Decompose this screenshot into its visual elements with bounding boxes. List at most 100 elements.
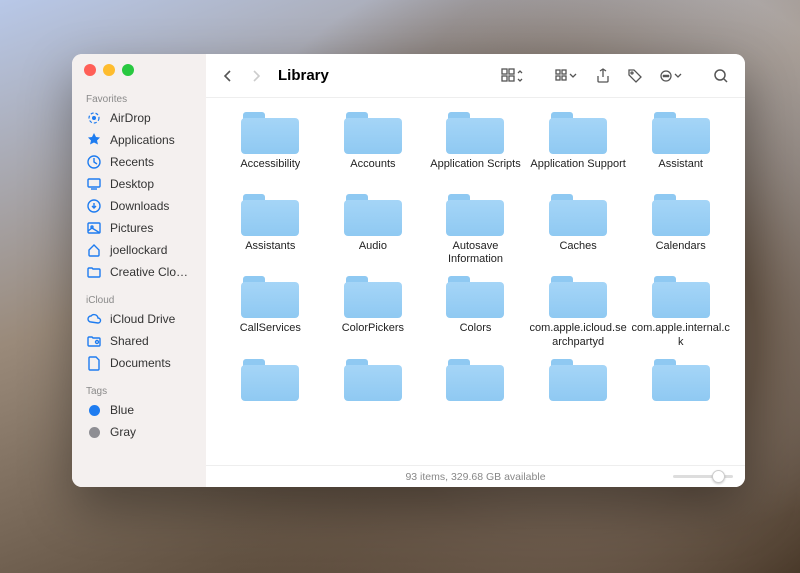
sidebar-item-applications[interactable]: Applications: [72, 129, 206, 151]
sidebar-item-label: Pictures: [110, 221, 153, 235]
folder-item[interactable]: com.apple.icloud.searchpartyd: [528, 272, 629, 348]
folder-icon: [650, 190, 712, 238]
documents-icon: [86, 355, 102, 371]
sidebar-item-airdrop[interactable]: AirDrop: [72, 107, 206, 129]
tag-dot-icon: [86, 424, 102, 440]
folder-label: Accessibility: [240, 158, 300, 184]
folder-item[interactable]: Accessibility: [220, 108, 321, 184]
folder-grid: Accessibility Accounts Application Scrip…: [220, 108, 731, 431]
zoom-knob[interactable]: [712, 470, 725, 483]
folder-icon: [444, 272, 506, 320]
sidebar-item-desktop[interactable]: Desktop: [72, 173, 206, 195]
search-button[interactable]: [709, 64, 733, 88]
folder-item[interactable]: Autosave Information: [425, 190, 526, 266]
sidebar-item-label: Recents: [110, 155, 154, 169]
section-header-tags: Tags: [72, 382, 206, 399]
folder-label: Caches: [559, 240, 596, 266]
tag-dot-icon: [86, 402, 102, 418]
sidebar-item-creative-cloud[interactable]: Creative Clo…: [72, 261, 206, 283]
section-header-icloud: iCloud: [72, 291, 206, 308]
sidebar-item-shared[interactable]: Shared: [72, 330, 206, 352]
sidebar-item-label: Documents: [110, 356, 171, 370]
folder-icon: [239, 272, 301, 320]
folder-item[interactable]: Audio: [323, 190, 424, 266]
folder-label: Accounts: [350, 158, 395, 184]
sidebar-item-label: Creative Clo…: [110, 265, 188, 279]
folder-icon: [239, 108, 301, 156]
icloud-icon: [86, 311, 102, 327]
back-button[interactable]: [218, 66, 238, 86]
sidebar-item-icloud-drive[interactable]: iCloud Drive: [72, 308, 206, 330]
folder-icon: [650, 272, 712, 320]
folder-label: Application Support: [530, 158, 625, 184]
folder-item[interactable]: CallServices: [220, 272, 321, 348]
folder-icon: [239, 190, 301, 238]
minimize-button[interactable]: [103, 64, 115, 76]
folder-icon: [342, 108, 404, 156]
folder-item[interactable]: Calendars: [630, 190, 731, 266]
forward-button[interactable]: [246, 66, 266, 86]
folder-item[interactable]: Accounts: [323, 108, 424, 184]
file-browser[interactable]: Accessibility Accounts Application Scrip…: [206, 98, 745, 465]
folder-item[interactable]: Assistants: [220, 190, 321, 266]
sidebar-item-pictures[interactable]: Pictures: [72, 217, 206, 239]
folder-item[interactable]: Colors: [425, 272, 526, 348]
folder-item[interactable]: Application Support: [528, 108, 629, 184]
folder-label: Assistant: [658, 158, 703, 184]
view-toggle-button[interactable]: [497, 64, 527, 88]
sidebar-item-tag-blue[interactable]: Blue: [72, 399, 206, 421]
sidebar-item-label: Shared: [110, 334, 149, 348]
sidebar-item-documents[interactable]: Documents: [72, 352, 206, 374]
folder-icon: [342, 190, 404, 238]
sidebar-item-label: joellockard: [110, 243, 167, 257]
folder-item[interactable]: [630, 355, 731, 431]
folder-label: com.apple.icloud.searchpartyd: [528, 322, 629, 348]
sidebar-item-tag-gray[interactable]: Gray: [72, 421, 206, 443]
sidebar-item-label: AirDrop: [110, 111, 151, 125]
share-button[interactable]: [591, 64, 615, 88]
downloads-icon: [86, 198, 102, 214]
close-button[interactable]: [84, 64, 96, 76]
folder-label: Assistants: [245, 240, 295, 266]
action-menu-button[interactable]: [655, 64, 687, 88]
sidebar-item-recents[interactable]: Recents: [72, 151, 206, 173]
folder-item[interactable]: Caches: [528, 190, 629, 266]
main-panel: Library Accessibility Accounts Applicati…: [206, 54, 745, 487]
group-button[interactable]: [551, 64, 583, 88]
folder-label: Calendars: [656, 240, 706, 266]
folder-icon: [239, 355, 301, 403]
folder-item[interactable]: [528, 355, 629, 431]
folder-label: Application Scripts: [430, 158, 521, 184]
folder-item[interactable]: [220, 355, 321, 431]
folder-icon: [650, 355, 712, 403]
folder-icon: [547, 108, 609, 156]
tag-button[interactable]: [623, 64, 647, 88]
folder-label: Autosave Information: [425, 240, 526, 266]
finder-window: Favorites AirDrop Applications Recents D…: [72, 54, 745, 487]
folder-item[interactable]: [323, 355, 424, 431]
folder-item[interactable]: [425, 355, 526, 431]
folder-item[interactable]: com.apple.internal.ck: [630, 272, 731, 348]
folder-icon: [547, 355, 609, 403]
sidebar-item-label: Downloads: [110, 199, 169, 213]
folder-item[interactable]: Assistant: [630, 108, 731, 184]
sidebar-item-home[interactable]: joellockard: [72, 239, 206, 261]
sidebar: Favorites AirDrop Applications Recents D…: [72, 54, 206, 487]
folder-icon: [650, 108, 712, 156]
folder-label: CallServices: [240, 322, 301, 348]
section-header-favorites: Favorites: [72, 90, 206, 107]
zoom-slider[interactable]: [673, 475, 733, 478]
sidebar-item-downloads[interactable]: Downloads: [72, 195, 206, 217]
sidebar-item-label: iCloud Drive: [110, 312, 175, 326]
sidebar-item-label: Blue: [110, 403, 134, 417]
sidebar-item-label: Desktop: [110, 177, 154, 191]
folder-icon: [547, 272, 609, 320]
folder-label: com.apple.internal.ck: [630, 322, 731, 348]
window-controls: [72, 64, 206, 90]
home-icon: [86, 242, 102, 258]
folder-item[interactable]: Application Scripts: [425, 108, 526, 184]
window-title: Library: [278, 67, 329, 84]
folder-icon: [444, 355, 506, 403]
folder-item[interactable]: ColorPickers: [323, 272, 424, 348]
maximize-button[interactable]: [122, 64, 134, 76]
